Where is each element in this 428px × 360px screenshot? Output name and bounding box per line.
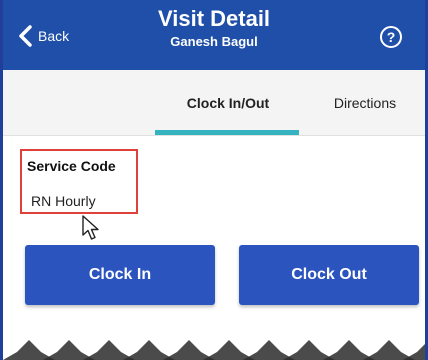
torn-edge-decoration — [3, 322, 425, 360]
active-tab-indicator — [155, 130, 299, 135]
clock-in-button[interactable]: Clock In — [25, 245, 215, 305]
help-icon[interactable]: ? — [379, 25, 403, 49]
service-code-label: Service Code — [27, 158, 116, 174]
clock-out-button[interactable]: Clock Out — [239, 245, 419, 305]
svg-text:?: ? — [387, 29, 396, 45]
app-frame: Back Visit Detail Ganesh Bagul ? Clock I… — [0, 0, 428, 360]
tab-directions[interactable]: Directions — [315, 70, 415, 136]
chevron-left-icon — [19, 25, 32, 47]
mouse-pointer-icon — [82, 215, 99, 240]
back-label: Back — [38, 28, 70, 44]
service-code-value: RN Hourly — [31, 193, 96, 209]
tab-clock-in-out[interactable]: Clock In/Out — [153, 70, 303, 136]
service-code-section: Service Code RN Hourly — [20, 149, 138, 214]
tab-bar: Clock In/Out Directions — [3, 70, 425, 136]
header-bar: Back Visit Detail Ganesh Bagul ? — [3, 0, 425, 70]
back-button[interactable]: Back — [17, 24, 69, 48]
